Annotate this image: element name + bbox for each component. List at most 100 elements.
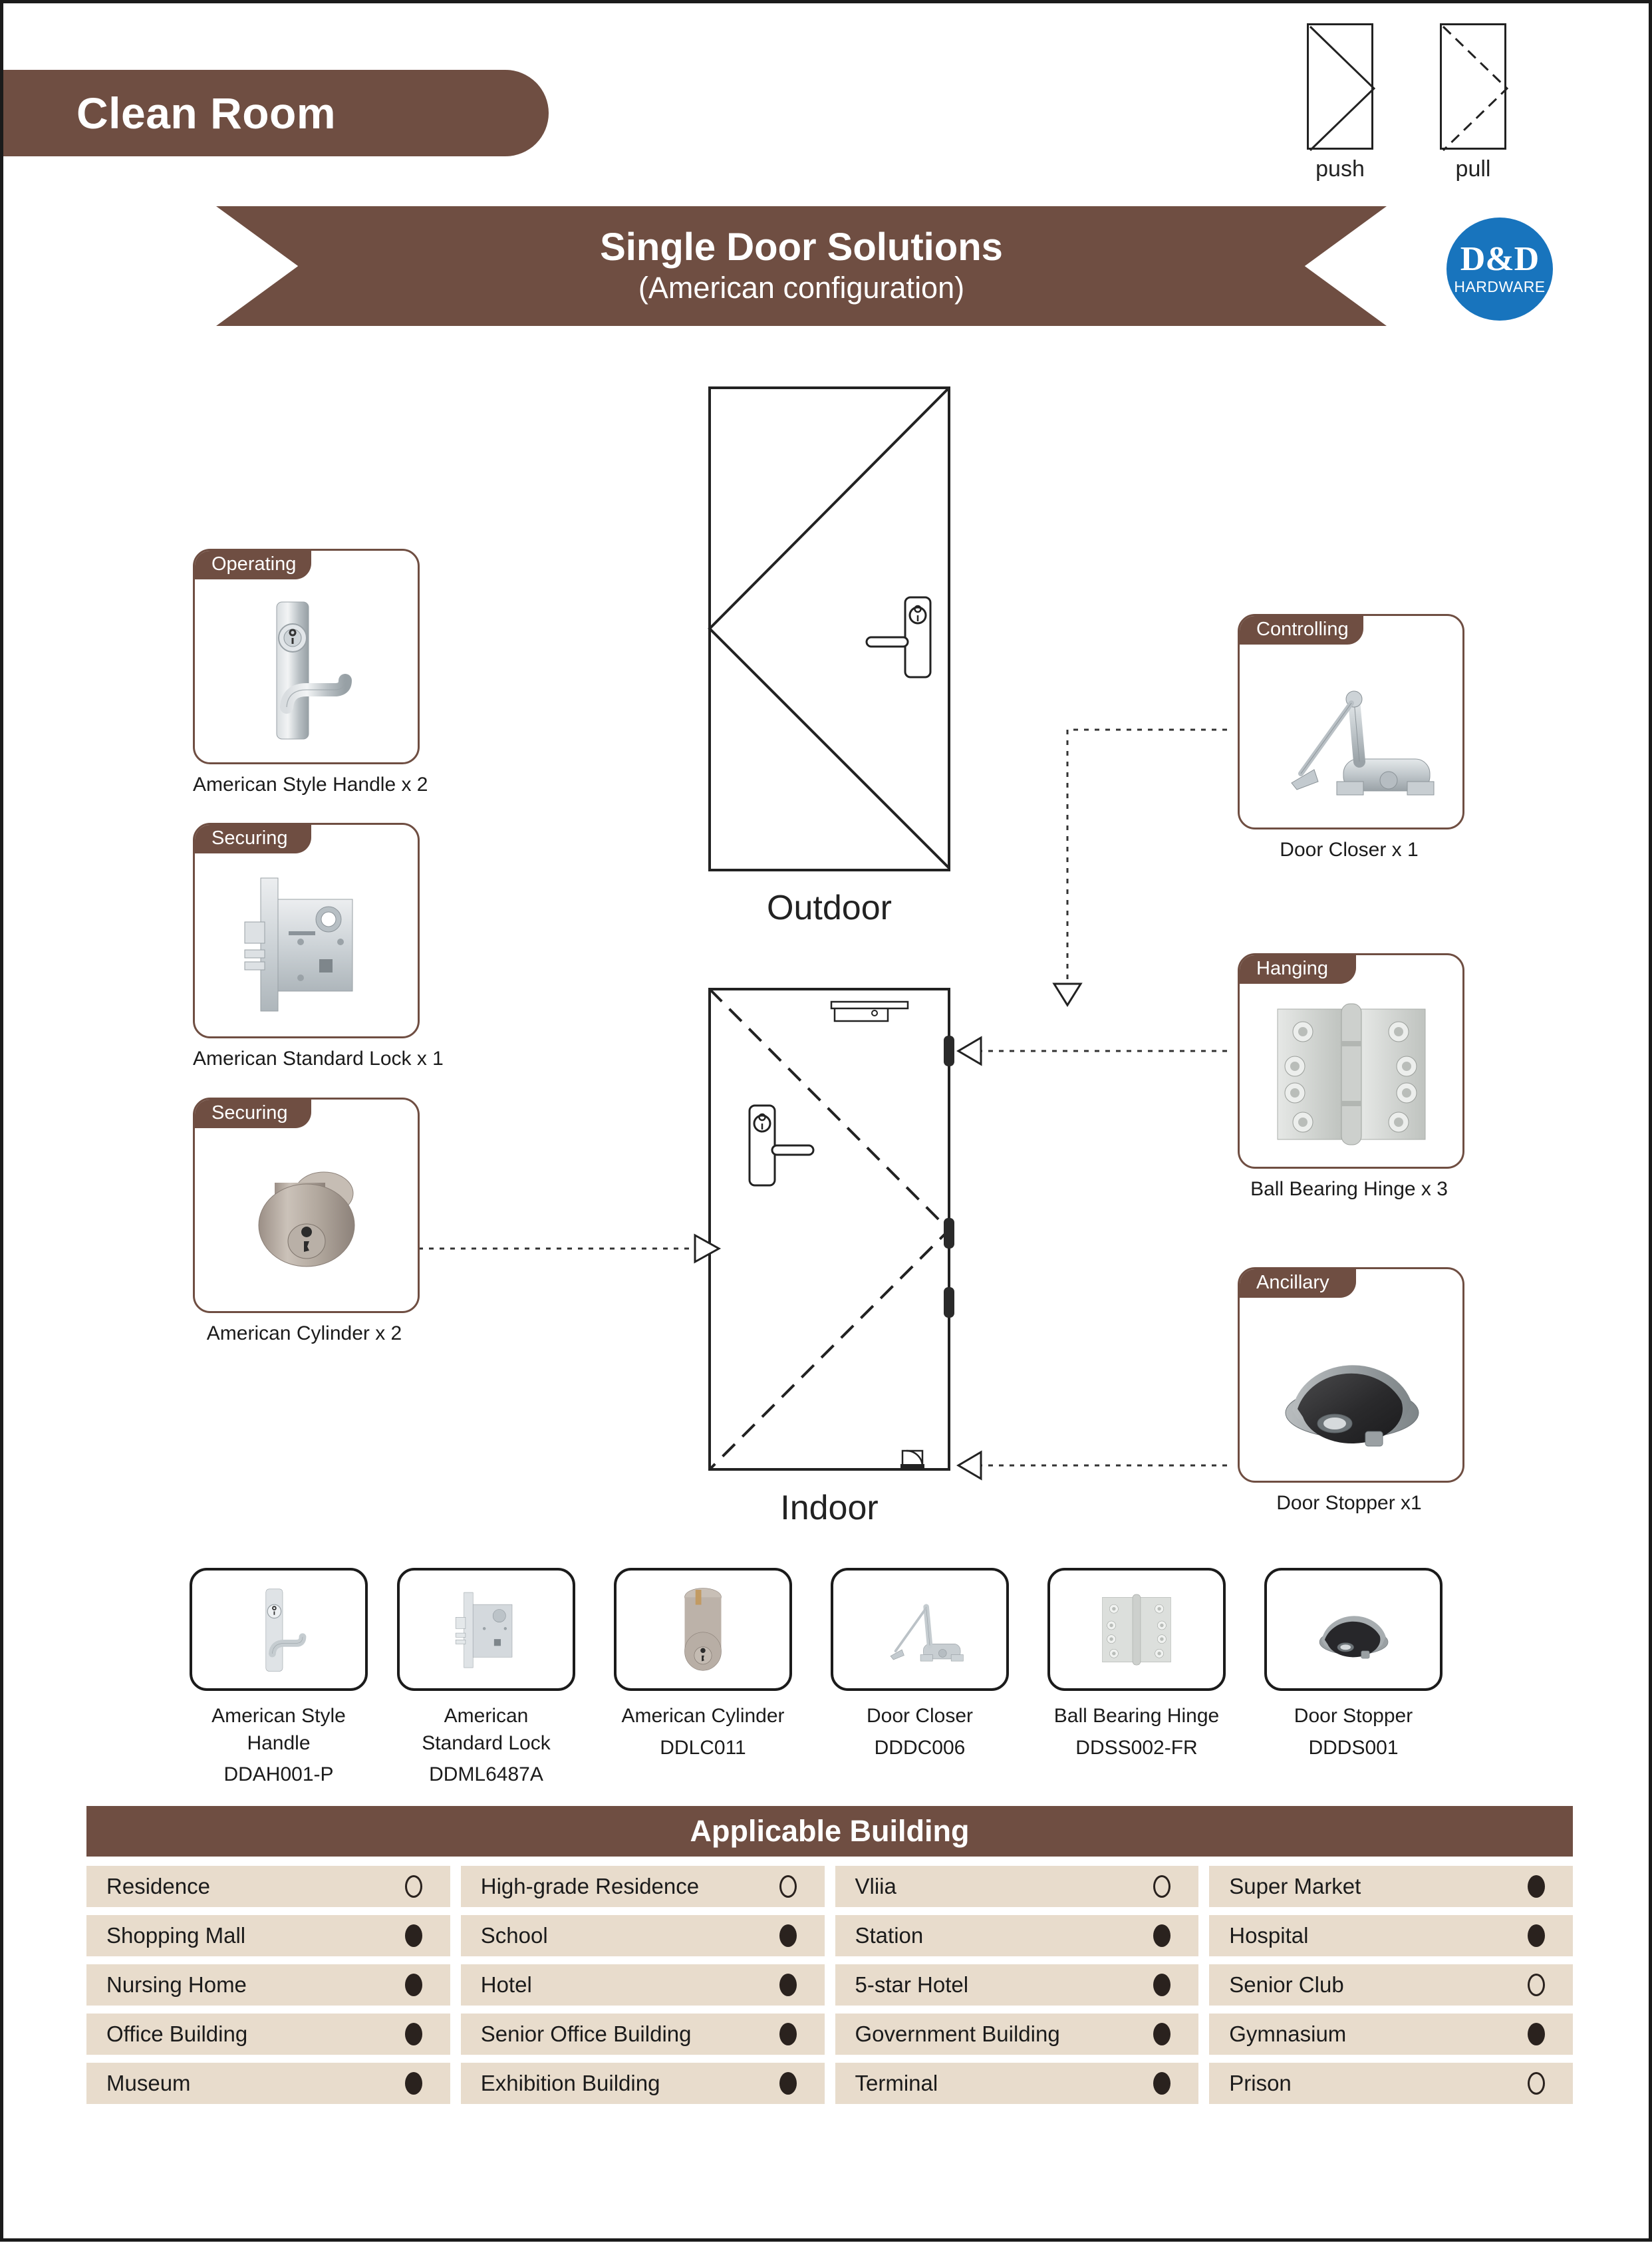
connector-lines bbox=[418, 728, 1227, 1467]
strip-name: American Style Handle bbox=[211, 1705, 346, 1754]
banner: Single Door Solutions (American configur… bbox=[216, 206, 1387, 326]
hinge-bottom-symbol bbox=[944, 1287, 954, 1318]
outdoor-label: Outdoor bbox=[767, 889, 892, 927]
building-label: Vliia bbox=[855, 1874, 896, 1898]
filled-circle-icon bbox=[1528, 2023, 1545, 2045]
building-cell[interactable]: Nursing Home bbox=[86, 1964, 450, 2006]
building-label: Hotel bbox=[480, 1972, 532, 1997]
banner-text: Single Door Solutions (American configur… bbox=[216, 206, 1387, 326]
push-caption: push bbox=[1315, 156, 1365, 182]
pull-symbol bbox=[1440, 23, 1508, 152]
strip-name: Door Stopper bbox=[1294, 1705, 1413, 1727]
cylinder-icon bbox=[195, 1126, 418, 1311]
applicable-building-table: Applicable Building Residence High-grade … bbox=[86, 1806, 1573, 2104]
building-cell[interactable]: Vliia bbox=[835, 1866, 1199, 1907]
card-operating-handle: Operating American Style Handle x 2 bbox=[193, 549, 428, 796]
building-label: Senior Club bbox=[1229, 1972, 1344, 1997]
building-label: Gymnasium bbox=[1229, 2021, 1347, 2046]
connector-arrowheads bbox=[694, 982, 1083, 1481]
card-securing-cylinder: Securing American Cylinder x 2 bbox=[193, 1098, 420, 1345]
strip-item-closer: Door Closer DDDC006 bbox=[831, 1568, 1009, 1759]
building-cell[interactable]: Government Building bbox=[835, 2014, 1199, 2055]
building-cell[interactable]: Office Building bbox=[86, 2014, 450, 2055]
building-cell[interactable]: Senior Club bbox=[1209, 1964, 1573, 2006]
open-circle-icon bbox=[779, 1875, 797, 1898]
strip-thumb bbox=[190, 1568, 368, 1691]
card-tab-label: Ancillary bbox=[1256, 1271, 1329, 1293]
strip-name: Ball Bearing Hinge bbox=[1053, 1705, 1220, 1727]
logo-main-text: D&D bbox=[1460, 240, 1540, 278]
banner-title: Single Door Solutions bbox=[600, 225, 1003, 269]
building-cell[interactable]: Hospital bbox=[1209, 1915, 1573, 1956]
building-label: Office Building bbox=[106, 2021, 248, 2046]
building-label: Government Building bbox=[855, 2021, 1060, 2046]
building-label: Super Market bbox=[1229, 1874, 1361, 1898]
open-circle-icon bbox=[404, 1875, 422, 1898]
mortise-lock-icon bbox=[195, 851, 418, 1036]
strip-model: DDAH001-P bbox=[223, 1763, 334, 1785]
building-cell[interactable]: Super Market bbox=[1209, 1866, 1573, 1907]
card-tab-securing-lock: Securing bbox=[195, 825, 311, 853]
strip-model: DDDS001 bbox=[1308, 1736, 1399, 1759]
building-cell[interactable]: High-grade Residence bbox=[460, 1866, 825, 1907]
card-box: Hanging bbox=[1238, 953, 1464, 1169]
strip-item-stopper: Door Stopper DDDS001 bbox=[1264, 1568, 1443, 1759]
building-cell[interactable]: Terminal bbox=[835, 2063, 1199, 2104]
strip-item-hinge: Ball Bearing Hinge DDSS002-FR bbox=[1047, 1568, 1226, 1759]
building-label: 5-star Hotel bbox=[855, 1972, 969, 1997]
card-tab-hanging: Hanging bbox=[1240, 955, 1356, 984]
building-label: High-grade Residence bbox=[480, 1874, 700, 1898]
building-cell[interactable]: 5-star Hotel bbox=[835, 1964, 1199, 2006]
strip-model: DDDC006 bbox=[874, 1736, 966, 1759]
card-caption: Ball Bearing Hinge x 3 bbox=[1250, 1178, 1448, 1200]
push-symbol-group: push bbox=[1307, 23, 1375, 182]
building-cell[interactable]: Senior Office Building bbox=[460, 2014, 825, 2055]
clean-room-tab: Clean Room bbox=[3, 70, 549, 156]
filled-circle-icon bbox=[1153, 1974, 1171, 1996]
strip-model: DDML6487A bbox=[429, 1763, 543, 1785]
indoor-door-diagram bbox=[708, 988, 954, 1471]
applicable-building-grid: Residence High-grade Residence Vliia Super … bbox=[86, 1866, 1573, 2104]
open-circle-icon bbox=[1153, 1875, 1171, 1898]
building-label: Museum bbox=[106, 2071, 191, 2095]
door-closer-icon bbox=[1240, 643, 1462, 827]
poster-page: Clean Room push pull Single Door Solutio… bbox=[0, 0, 1652, 2242]
card-tab-label: Securing bbox=[211, 1102, 288, 1123]
building-cell[interactable]: Museum bbox=[86, 2063, 450, 2104]
card-box: Securing bbox=[193, 1098, 420, 1313]
outdoor-door-diagram bbox=[708, 386, 950, 871]
hinge-top-symbol bbox=[944, 1036, 954, 1066]
card-tab-label: Securing bbox=[211, 827, 288, 849]
banner-subtitle: (American configuration) bbox=[638, 270, 965, 305]
open-circle-icon bbox=[1528, 1974, 1545, 1996]
filled-circle-icon bbox=[1528, 1875, 1545, 1898]
card-tab-ancillary: Ancillary bbox=[1240, 1269, 1356, 1298]
strip-thumb bbox=[831, 1568, 1009, 1691]
building-cell[interactable]: Shopping Mall bbox=[86, 1915, 450, 1956]
card-tab-label: Controlling bbox=[1256, 618, 1349, 640]
building-label: Senior Office Building bbox=[480, 2021, 692, 2046]
applicable-building-header: Applicable Building bbox=[86, 1806, 1573, 1857]
building-label: Hospital bbox=[1229, 1923, 1309, 1948]
building-cell[interactable]: Station bbox=[835, 1915, 1199, 1956]
building-label: Shopping Mall bbox=[106, 1923, 246, 1948]
dd-hardware-logo: D&D HARDWARE bbox=[1446, 218, 1553, 321]
filled-circle-icon bbox=[404, 1924, 422, 1947]
strip-thumb bbox=[1264, 1568, 1443, 1691]
door-stopper-icon bbox=[1240, 1296, 1462, 1481]
building-cell[interactable]: Residence bbox=[86, 1866, 450, 1907]
card-caption: American Standard Lock x 1 bbox=[193, 1048, 444, 1070]
building-cell[interactable]: Gymnasium bbox=[1209, 2014, 1573, 2055]
card-ancillary-stopper: Ancillary Door Stopper x1 bbox=[1238, 1267, 1464, 1515]
building-cell[interactable]: Prison bbox=[1209, 2063, 1573, 2104]
strip-name: American Standard Lock bbox=[422, 1705, 551, 1754]
building-cell[interactable]: Hotel bbox=[460, 1964, 825, 2006]
door-stopper-symbol bbox=[900, 1449, 924, 1469]
building-cell[interactable]: School bbox=[460, 1915, 825, 1956]
lever-handle-icon bbox=[195, 577, 418, 762]
building-cell[interactable]: Exhibition Building bbox=[460, 2063, 825, 2104]
card-box: Securing bbox=[193, 823, 420, 1038]
applicable-building-title: Applicable Building bbox=[690, 1814, 970, 1848]
building-label: Residence bbox=[106, 1874, 210, 1898]
card-tab-operating: Operating bbox=[195, 551, 311, 579]
